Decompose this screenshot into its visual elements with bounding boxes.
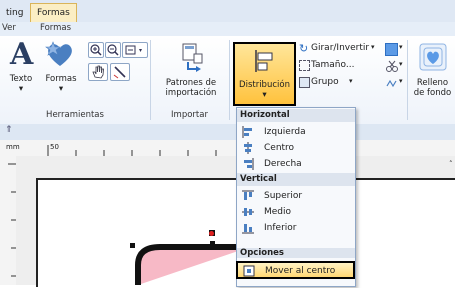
tamano-button[interactable]: Tamaño... xyxy=(299,59,369,73)
distribucion-button[interactable]: Distribución ▾ xyxy=(233,42,296,106)
resize-icon xyxy=(299,60,310,71)
menu-item-derecha[interactable]: Derecha xyxy=(237,156,355,172)
relleno-label-2: de fondo xyxy=(413,88,452,98)
chevron-down-icon: ▾ xyxy=(399,43,403,51)
relleno-label-1: Relleno xyxy=(416,78,449,88)
zoom-fit-icon xyxy=(125,45,142,55)
menu-item-centro[interactable]: Centro xyxy=(237,140,355,156)
menu-item-label: Superior xyxy=(264,191,303,201)
chevron-down-icon: ▾ xyxy=(399,77,403,85)
menu-item-label: Derecha xyxy=(264,159,302,169)
pan-button[interactable] xyxy=(88,63,108,81)
rotation-handle[interactable] xyxy=(209,231,214,236)
menu-header-vertical: Vertical xyxy=(237,173,355,186)
group-separator xyxy=(229,40,230,120)
menu-item-label: Izquierda xyxy=(264,127,306,137)
ribbon-tab-row: ting Formas xyxy=(0,0,455,23)
girar-label: Girar/Invertir xyxy=(311,43,370,53)
horizontal-ruler: mm 50 xyxy=(0,140,455,157)
import-pattern-icon xyxy=(182,43,203,72)
girar-invertir-button[interactable]: ↻ Girar/Invertir ▾ xyxy=(299,42,379,56)
scissors-icon xyxy=(386,60,398,72)
measure-button[interactable] xyxy=(110,63,130,81)
grupo-label: Grupo xyxy=(311,77,339,87)
chevron-down-icon: ▾ xyxy=(349,77,353,85)
menu-item-label: Mover al centro xyxy=(265,266,336,276)
patrones-label-2: importación xyxy=(165,88,217,98)
zoom-options-button[interactable] xyxy=(122,42,148,58)
group-ver-label[interactable]: Ver xyxy=(2,23,16,33)
chevron-down-icon: ▾ xyxy=(399,60,403,68)
secondary-toolbar: ⇑ xyxy=(0,124,455,141)
zoom-in-button[interactable] xyxy=(88,42,104,58)
chevron-down-icon: ▾ xyxy=(58,84,64,94)
pin-icon[interactable]: ⇑ xyxy=(5,125,13,135)
relleno-de-fondo-button[interactable]: Relleno de fondo xyxy=(410,40,455,104)
text-a-icon: A xyxy=(10,37,34,72)
align-bottom-icon xyxy=(242,224,254,234)
tamano-label: Tamaño... xyxy=(311,60,355,70)
zoom-out-button[interactable] xyxy=(105,42,121,58)
texto-label: Texto xyxy=(9,74,33,84)
align-top-icon xyxy=(242,190,254,200)
align-left-icon xyxy=(255,50,273,72)
distribucion-label: Distribución xyxy=(239,80,290,90)
menu-item-label: Inferior xyxy=(264,223,297,233)
scroll-up-icon[interactable]: ˄ xyxy=(449,160,455,168)
menu-item-superior[interactable]: Superior xyxy=(237,188,355,204)
rotate-icon: ↻ xyxy=(299,42,309,55)
color-button[interactable]: ▾ xyxy=(385,42,405,56)
menu-header-horizontal: Horizontal xyxy=(237,109,355,122)
chevron-down-icon: ▾ xyxy=(262,90,267,100)
distribucion-dropdown-menu: Horizontal Izquierda Centro Derecha Vert… xyxy=(236,107,356,287)
tab-formas[interactable]: Formas xyxy=(30,3,77,23)
vertical-ruler-ticks xyxy=(8,163,16,277)
ribbon-group-row: Ver Formas xyxy=(0,22,455,36)
formas-label: Formas xyxy=(45,74,77,84)
menu-item-label: Centro xyxy=(264,143,295,153)
selection-handle[interactable] xyxy=(130,243,135,248)
menu-item-label: Medio xyxy=(264,207,292,217)
herramientas-group-label: Herramientas xyxy=(46,110,104,120)
patrones-importacion-button[interactable]: Patrones de importación xyxy=(158,40,224,104)
chevron-down-icon: ▾ xyxy=(18,84,24,94)
color-swatch-icon xyxy=(385,43,398,56)
group-formas-label[interactable]: Formas xyxy=(40,23,71,33)
align-center-icon xyxy=(244,142,252,154)
menu-item-izquierda[interactable]: Izquierda xyxy=(237,124,355,140)
align-right-icon xyxy=(244,158,254,170)
zoom-out-icon xyxy=(107,44,119,56)
chevron-down-icon: ▾ xyxy=(371,43,375,51)
menu-item-inferior[interactable]: Inferior xyxy=(237,220,355,236)
vertical-ruler xyxy=(0,156,17,285)
zoom-in-icon xyxy=(90,44,102,56)
grupo-button[interactable]: Grupo ▾ xyxy=(299,76,359,90)
pencil-measure-icon xyxy=(113,66,126,79)
stitch-button[interactable]: ▾ xyxy=(385,76,405,90)
texto-button[interactable]: A Texto ▾ xyxy=(4,40,38,100)
ribbon: A Texto ▾ Formas ▾ Patrones de importaci… xyxy=(0,36,455,125)
patrones-label-1: Patrones de xyxy=(165,78,217,88)
background-fill-icon xyxy=(419,43,447,71)
heart-star-shape-icon xyxy=(45,41,72,66)
align-left-icon xyxy=(242,126,252,138)
group-separator xyxy=(407,40,408,120)
menu-item-mover-al-centro[interactable]: Mover al centro xyxy=(236,261,355,279)
selected-shape[interactable] xyxy=(120,225,250,285)
tab-editing[interactable]: ting xyxy=(0,5,29,22)
hand-icon xyxy=(92,65,104,79)
menu-header-opciones: Opciones xyxy=(237,248,355,258)
move-to-center-icon xyxy=(243,265,255,277)
group-icon xyxy=(299,77,310,88)
menu-item-medio[interactable]: Medio xyxy=(237,204,355,220)
stitch-icon xyxy=(386,79,397,88)
line-style-button[interactable]: ▾ xyxy=(385,59,405,73)
selection-handle[interactable] xyxy=(210,241,215,246)
align-middle-icon xyxy=(242,208,254,216)
formas-button[interactable]: Formas ▾ xyxy=(40,40,82,100)
importar-group-label: Importar xyxy=(171,110,208,120)
